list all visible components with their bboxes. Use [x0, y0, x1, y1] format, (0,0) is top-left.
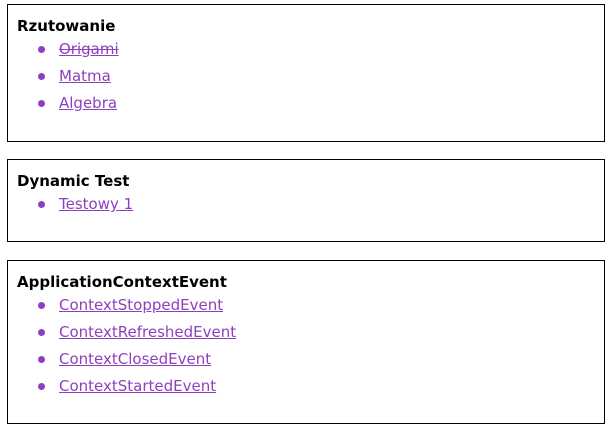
section-rzutowanie: Rzutowanie Origami Matma Algebra: [7, 4, 605, 142]
bullet-icon: [38, 73, 45, 80]
link-origami[interactable]: Origami: [59, 38, 119, 60]
link-context-closed-event[interactable]: ContextClosedEvent: [59, 348, 211, 370]
section-title: Dynamic Test: [17, 172, 130, 190]
section-application-context-event: ApplicationContextEvent ContextStoppedEv…: [7, 260, 605, 424]
bullet-icon: [38, 201, 45, 208]
section-title: Rzutowanie: [17, 17, 116, 35]
bullet-icon: [38, 383, 45, 390]
bullet-icon: [38, 329, 45, 336]
bullet-icon: [38, 302, 45, 309]
link-matma[interactable]: Matma: [59, 65, 111, 87]
link-algebra[interactable]: Algebra: [59, 92, 117, 114]
page: Rzutowanie Origami Matma Algebra Dynamic…: [0, 0, 614, 431]
link-context-started-event[interactable]: ContextStartedEvent: [59, 375, 216, 397]
link-context-refreshed-event[interactable]: ContextRefreshedEvent: [59, 321, 236, 343]
link-context-stopped-event[interactable]: ContextStoppedEvent: [59, 294, 223, 316]
section-title: ApplicationContextEvent: [17, 273, 227, 291]
bullet-icon: [38, 356, 45, 363]
section-dynamic-test: Dynamic Test Testowy 1: [7, 159, 605, 242]
link-testowy-1[interactable]: Testowy 1: [59, 193, 133, 215]
bullet-icon: [38, 100, 45, 107]
bullet-icon: [38, 46, 45, 53]
